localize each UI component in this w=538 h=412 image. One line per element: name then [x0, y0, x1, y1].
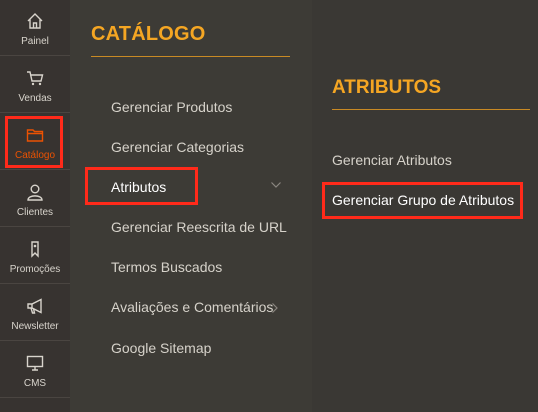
tag-icon: [31, 241, 39, 258]
menu-item-painel[interactable]: Painel: [0, 0, 70, 56]
menu-label-painel: Painel: [21, 36, 49, 47]
admin-menu: Painel Vendas Catálogo Clientes Promoçõe…: [0, 0, 70, 412]
menu-item-cms[interactable]: CMS: [0, 342, 70, 398]
menu-label-clientes: Clientes: [16, 207, 54, 218]
menu-item-newsletter[interactable]: Newsletter: [0, 285, 70, 341]
catalog-title-divider: [91, 56, 290, 57]
menu-item-promocoes[interactable]: Promoções: [0, 228, 70, 284]
highlight-box-catalogo: [5, 116, 63, 168]
menu-label-cms: CMS: [23, 378, 47, 389]
link-gerenciar-atributos[interactable]: Gerenciar Atributos: [332, 152, 452, 168]
chevron-down-icon: [271, 182, 281, 188]
link-google-sitemap[interactable]: Google Sitemap: [111, 340, 211, 356]
user-icon: [27, 184, 43, 201]
highlight-box-grupo-atributos: [322, 182, 523, 219]
menu-item-catalogo[interactable]: Catálogo: [0, 114, 70, 170]
link-gerenciar-categorias[interactable]: Gerenciar Categorias: [111, 139, 244, 155]
link-gerenciar-produtos[interactable]: Gerenciar Produtos: [111, 99, 232, 115]
monitor-icon: [26, 355, 44, 371]
cart-icon: [27, 71, 44, 86]
catalog-title: CATÁLOGO: [91, 23, 206, 45]
attributes-title-divider: [332, 109, 530, 110]
catalog-submenu: CATÁLOGO Gerenciar Produtos Gerenciar Ca…: [70, 0, 312, 412]
menu-label-promocoes: Promoções: [9, 264, 61, 275]
link-gerenciar-reescrita-url[interactable]: Gerenciar Reescrita de URL: [111, 219, 287, 235]
link-termos-buscados[interactable]: Termos Buscados: [111, 259, 222, 275]
attributes-submenu: ATRIBUTOS Gerenciar Atributos Gerenciar …: [312, 0, 538, 412]
menu-label-vendas: Vendas: [18, 93, 52, 104]
link-avaliacoes-comentarios[interactable]: Avaliações e Comentários: [111, 299, 273, 315]
megaphone-icon: [27, 298, 42, 314]
home-icon: [27, 13, 43, 29]
highlight-box-atributos: [85, 167, 198, 205]
menu-item-vendas[interactable]: Vendas: [0, 57, 70, 113]
menu-item-clientes[interactable]: Clientes: [0, 171, 70, 227]
menu-label-newsletter: Newsletter: [11, 321, 59, 332]
attributes-title: ATRIBUTOS: [332, 77, 442, 98]
chevron-right-icon: [272, 303, 278, 313]
